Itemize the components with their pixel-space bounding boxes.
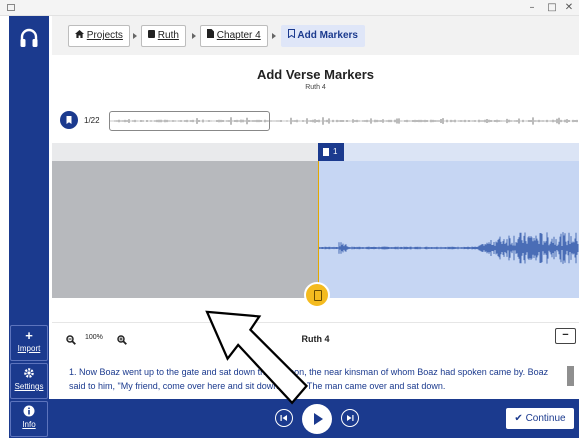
waveform-editor[interactable]: 1 [52, 143, 579, 298]
pointer-arrow-icon [205, 310, 309, 405]
breadcrumb-label: Ruth [157, 30, 179, 41]
skip-back-button[interactable] [275, 409, 293, 427]
played-region [52, 161, 318, 298]
breadcrumb-projects[interactable]: Projects [68, 25, 130, 47]
sidebar-item-label: Import [17, 344, 41, 353]
chevron-right-icon [271, 33, 277, 41]
sidebar-item-info[interactable]: Info [10, 401, 48, 437]
marker-track-active [318, 143, 579, 161]
breadcrumb-add-markers[interactable]: Add Markers [281, 25, 365, 47]
verse-marker-label: 1 [333, 147, 338, 156]
headphones-icon [9, 24, 49, 50]
verse-marker-1[interactable]: 1 [318, 143, 344, 161]
continue-button[interactable]: ✔ Continue [506, 408, 574, 429]
minimize-button[interactable]: – [522, 1, 542, 15]
marker-count-icon [60, 111, 78, 129]
unplayed-region [317, 161, 579, 298]
home-icon [75, 30, 84, 41]
page-header: Add Verse Markers Ruth 4 [52, 55, 579, 100]
breadcrumb-chapter[interactable]: Chapter 4 [200, 25, 268, 47]
info-icon [11, 404, 47, 420]
book-icon [148, 30, 155, 41]
window-titlebar: – □ ✕ [0, 0, 579, 16]
app-window-icon [7, 4, 15, 11]
chevron-right-icon [191, 33, 197, 41]
page-title: Add Verse Markers [256, 67, 375, 82]
breadcrumb-book[interactable]: Ruth [141, 25, 186, 47]
bookmark-icon [288, 29, 295, 41]
sidebar-item-label: Info [22, 420, 36, 429]
overview-viewport[interactable] [109, 111, 270, 131]
skip-forward-button[interactable] [341, 409, 359, 427]
waveform-path [317, 232, 579, 264]
continue-label: Continue [525, 413, 566, 424]
chevron-right-icon [132, 33, 138, 41]
document-icon [207, 29, 214, 41]
playhead-line [318, 161, 319, 298]
page-subtitle: Ruth 4 [305, 84, 326, 91]
waveform [317, 232, 579, 264]
scrollbar-thumb[interactable] [567, 366, 574, 386]
gear-icon [11, 366, 47, 382]
plus-icon: + [25, 328, 33, 343]
close-button[interactable]: ✕ [559, 1, 579, 15]
sidebar-item-settings[interactable]: Settings [10, 363, 48, 399]
text-scrollbar[interactable] [567, 358, 574, 394]
sidebar: + Import Settings Info [9, 16, 49, 438]
marker-count: 1/22 [84, 116, 100, 125]
sidebar-item-import[interactable]: + Import [10, 325, 48, 361]
check-icon: ✔ [514, 413, 523, 424]
breadcrumb-label: Projects [86, 30, 123, 41]
sidebar-item-label: Settings [14, 382, 44, 391]
breadcrumb-label: Chapter 4 [216, 30, 261, 41]
waveform-overview: 1/22 [52, 100, 579, 143]
bookmark-icon [323, 148, 329, 156]
collapse-text-button[interactable]: − [555, 328, 576, 344]
breadcrumb: Projects Ruth Chapter 4 Add Markers [52, 16, 579, 55]
breadcrumb-label: Add Markers [297, 30, 358, 41]
